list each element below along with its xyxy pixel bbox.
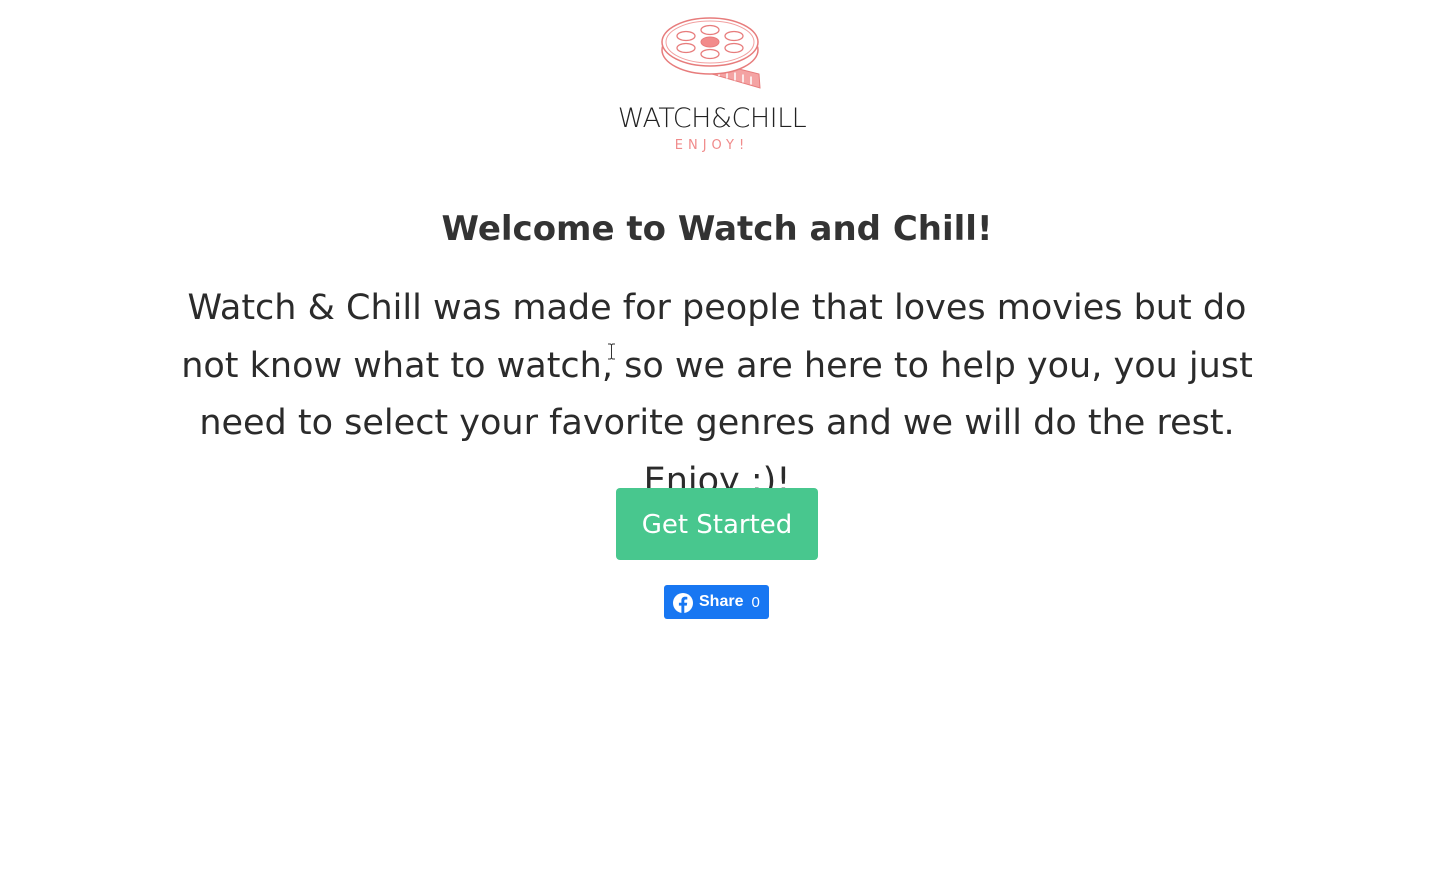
text-cursor-icon: [608, 343, 615, 360]
facebook-share-button[interactable]: Share 0: [664, 585, 769, 619]
intro-paragraph: Watch & Chill was made for people that l…: [181, 288, 1253, 501]
brand-logo: WATCH&CHILL ENJOY!: [0, 0, 1440, 170]
logo-wordmark: WATCH&CHILL: [617, 103, 807, 134]
share-label: Share: [699, 593, 744, 610]
landing-page: WATCH&CHILL ENJOY! Welcome to Watch and …: [0, 0, 1440, 884]
facebook-icon: [673, 593, 693, 613]
film-reel-icon: [661, 17, 761, 89]
share-count: 0: [751, 593, 760, 611]
logo-tagline: ENJOY!: [674, 138, 750, 153]
get-started-button[interactable]: Get Started: [616, 488, 818, 560]
page-title: Welcome to Watch and Chill!: [441, 209, 993, 249]
